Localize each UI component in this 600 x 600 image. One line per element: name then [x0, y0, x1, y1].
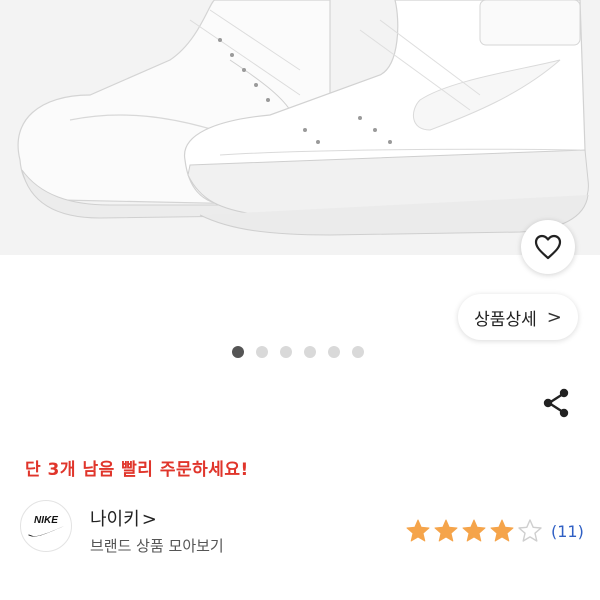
carousel-dot[interactable]: [232, 346, 244, 358]
brand-name-link[interactable]: 나이키 >: [90, 505, 157, 531]
brand-name-label: 나이키: [90, 509, 140, 530]
product-image[interactable]: [0, 0, 600, 255]
sneaker-image: [0, 0, 600, 255]
carousel-dot[interactable]: [328, 346, 340, 358]
heart-outline-icon: [534, 234, 562, 260]
share-button[interactable]: [540, 386, 574, 420]
brand-logo[interactable]: NIKE: [20, 500, 72, 552]
star-filled-icon: [462, 519, 486, 542]
chevron-right-icon: >: [546, 306, 562, 328]
carousel-dot[interactable]: [304, 346, 316, 358]
share-icon: [543, 388, 569, 418]
review-count[interactable]: (11): [551, 522, 584, 541]
star-filled-icon: [490, 519, 514, 542]
carousel-indicator[interactable]: [232, 346, 376, 358]
brand-products-link[interactable]: 브랜드 상품 모아보기: [90, 535, 224, 556]
product-detail-label: 상품상세: [474, 309, 537, 330]
rating[interactable]: (11): [405, 518, 584, 544]
svg-text:NIKE: NIKE: [34, 515, 58, 526]
star-filled-icon: [434, 519, 458, 542]
star-empty-icon: [518, 519, 542, 542]
carousel-dot[interactable]: [352, 346, 364, 358]
favorite-button[interactable]: [521, 220, 575, 274]
carousel-dot[interactable]: [256, 346, 268, 358]
carousel-dot[interactable]: [280, 346, 292, 358]
nike-logo-icon: NIKE: [28, 515, 64, 537]
product-detail-button[interactable]: 상품상세 >: [458, 294, 578, 340]
star-rating: [405, 518, 545, 544]
low-stock-alert: 단 3개 남음 빨리 주문하세요!: [25, 460, 249, 480]
chevron-right-icon: >: [141, 509, 157, 530]
star-filled-icon: [406, 519, 430, 542]
